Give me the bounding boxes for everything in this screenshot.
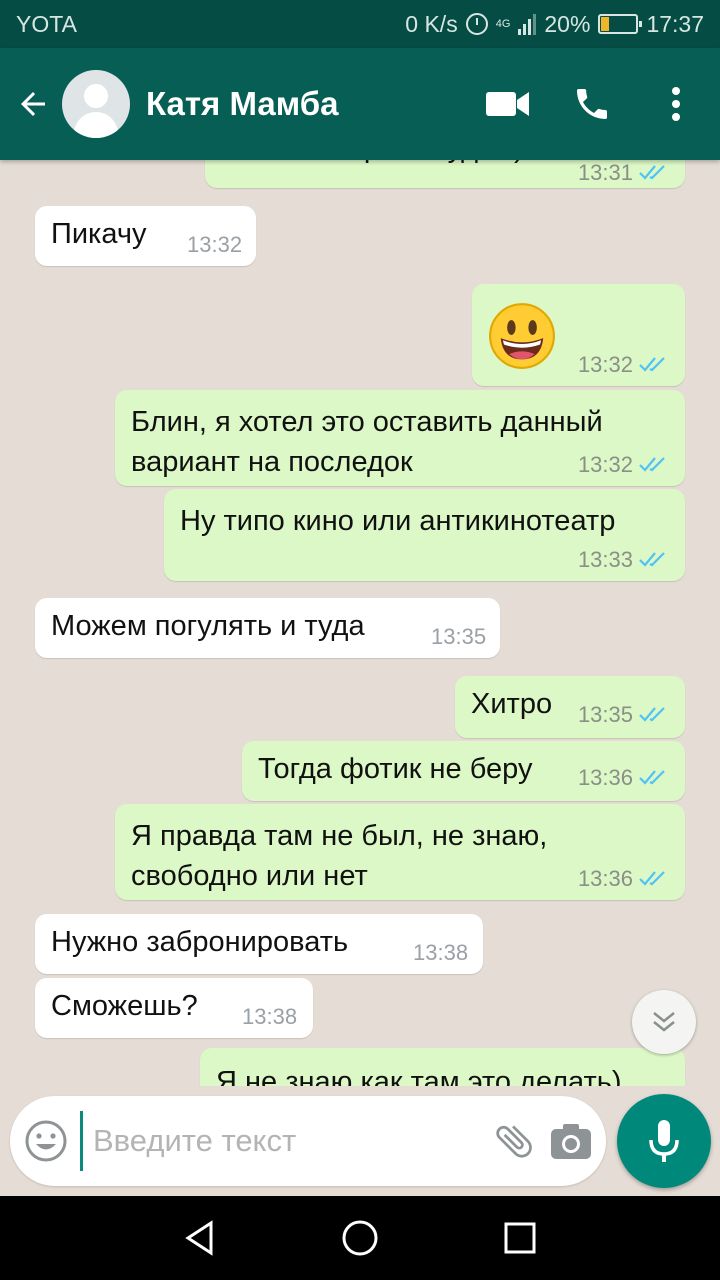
- message-time: 13:31: [577, 160, 633, 185]
- voice-record-button[interactable]: [617, 1094, 711, 1188]
- nav-home-button[interactable]: [330, 1208, 390, 1268]
- message-time: 13:33: [577, 547, 633, 572]
- message-time: 13:32: [577, 352, 633, 377]
- message-text: Пикачу: [51, 218, 147, 250]
- message-text: Блин, я хотел это оставить данный вариан…: [131, 406, 603, 478]
- double-chevron-down-icon: [653, 1012, 675, 1032]
- back-button[interactable]: [6, 74, 60, 134]
- message-time: 13:35: [431, 624, 487, 649]
- attach-button[interactable]: [492, 1113, 536, 1169]
- carrier-label: YOTA: [16, 10, 77, 37]
- message-text: Тогда фотик не беру: [258, 753, 533, 785]
- phone-icon: [577, 89, 607, 119]
- camera-icon: [551, 1124, 591, 1159]
- avatar[interactable]: [62, 70, 130, 138]
- message-text: Я не знаю как там это делать): [216, 1066, 622, 1086]
- message-composer: [10, 1096, 606, 1186]
- chat-header: Катя Мамба: [0, 48, 720, 160]
- status-bar: YOTA 0 K/s 4G 20% 17:37: [0, 0, 720, 48]
- menu-button[interactable]: [640, 68, 712, 140]
- read-ticks-icon: [639, 871, 665, 886]
- battery-percent: 20%: [544, 10, 591, 37]
- network-speed: 0 K/s: [405, 10, 458, 37]
- read-ticks-icon: [639, 457, 665, 472]
- paperclip-icon: [496, 1125, 532, 1158]
- message-text: Можем погулять и туда: [51, 610, 365, 642]
- message-input[interactable]: [80, 1111, 492, 1171]
- voice-call-button[interactable]: [556, 68, 628, 140]
- battery-icon: [598, 14, 643, 34]
- message-incoming[interactable]: Пикачу 13:32: [35, 206, 256, 266]
- message-text: Я правда там не был, не знаю, свободно и…: [131, 820, 548, 892]
- message-text: А что смотреть будем): [221, 160, 524, 168]
- message-text: Хитро: [471, 688, 553, 720]
- camera-button[interactable]: [550, 1113, 592, 1169]
- message-outgoing[interactable]: Хитро 13:35: [455, 676, 685, 738]
- video-call-icon: [486, 92, 529, 116]
- message-incoming[interactable]: Нужно забронировать 13:38: [35, 914, 483, 974]
- square-recents-icon: [504, 1222, 536, 1254]
- message-time: 13:32: [187, 232, 243, 257]
- contact-name[interactable]: Катя Мамба: [146, 85, 472, 123]
- message-outgoing[interactable]: Тогда фотик не беру 13:36: [242, 741, 685, 801]
- message-text: Нужно забронировать: [51, 926, 349, 958]
- nav-back-button[interactable]: [170, 1208, 230, 1268]
- nav-recents-button[interactable]: [490, 1208, 550, 1268]
- status-indicators: 0 K/s 4G 20% 17:37: [405, 11, 704, 38]
- message-outgoing[interactable]: Я не знаю как там это делать): [200, 1048, 685, 1086]
- read-ticks-icon: [639, 165, 665, 180]
- message-outgoing[interactable]: 13:32: [472, 284, 685, 386]
- microphone-icon: [649, 1120, 679, 1162]
- read-ticks-icon: [639, 357, 665, 372]
- scroll-to-bottom-button[interactable]: [632, 990, 696, 1054]
- message-outgoing[interactable]: Я правда там не был, не знаю, свободно и…: [115, 804, 685, 900]
- message-time: 13:38: [413, 940, 469, 965]
- message-outgoing[interactable]: Блин, я хотел это оставить данный вариан…: [115, 390, 685, 486]
- read-ticks-icon: [639, 770, 665, 785]
- read-ticks-icon: [639, 707, 665, 722]
- message-text: Сможешь?: [51, 990, 198, 1022]
- message-time: 13:32: [577, 452, 633, 477]
- video-call-button[interactable]: [472, 68, 544, 140]
- network-type: 4G: [495, 17, 511, 30]
- grinning-face-emoji: [489, 303, 555, 369]
- more-vert-icon: [672, 87, 680, 121]
- alarm-icon: [465, 13, 488, 35]
- message-time: 13:36: [577, 866, 633, 891]
- message-incoming[interactable]: Сможешь? 13:38: [35, 978, 313, 1038]
- system-nav-bar: [0, 1196, 720, 1280]
- clock: 17:37: [646, 10, 704, 37]
- message-incoming[interactable]: Можем погулять и туда 13:35: [35, 598, 500, 658]
- emoji-button[interactable]: [22, 1109, 70, 1173]
- message-time: 13:35: [577, 702, 633, 727]
- circle-home-icon: [342, 1220, 378, 1256]
- signal-icon: [518, 13, 537, 35]
- smiley-icon: [25, 1120, 67, 1162]
- triangle-back-icon: [185, 1220, 213, 1256]
- chat-area[interactable]: А что смотреть будем) 13:31 Пикачу 13:32…: [0, 160, 720, 1086]
- message-text: Ну типо кино или антикинотеатр: [180, 505, 616, 537]
- message-outgoing[interactable]: Ну типо кино или антикинотеатр 13:33: [164, 489, 685, 581]
- arrow-back-icon: [21, 92, 45, 116]
- message-outgoing[interactable]: А что смотреть будем) 13:31: [205, 160, 685, 188]
- read-ticks-icon: [639, 552, 665, 567]
- message-time: 13:38: [242, 1004, 298, 1029]
- message-time: 13:36: [577, 765, 633, 790]
